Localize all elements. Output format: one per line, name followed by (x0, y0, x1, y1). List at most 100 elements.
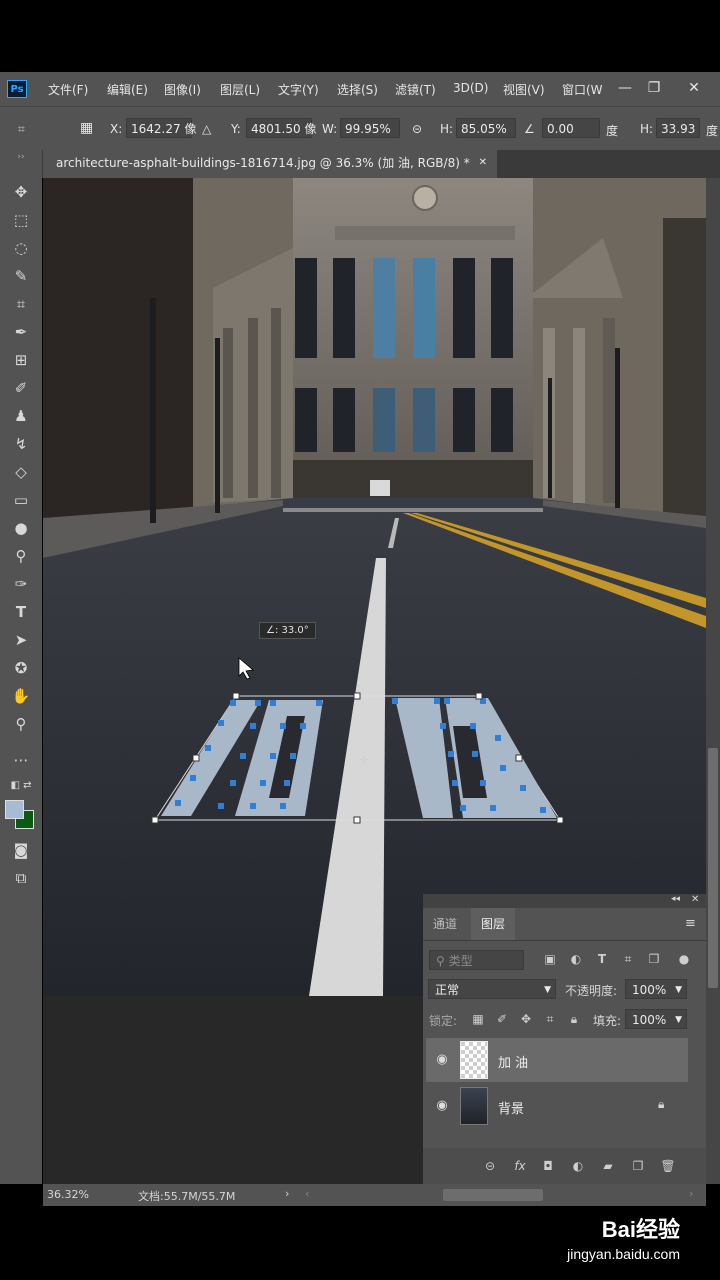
collapse-toolbar-icon[interactable]: ›› (9, 152, 33, 162)
dodge-tool-icon[interactable]: ⚲ (9, 544, 33, 568)
anchor-handle[interactable] (392, 698, 398, 704)
menu-view[interactable]: 视图(V) (503, 81, 545, 98)
scroll-left-icon[interactable]: ‹ (305, 1187, 309, 1200)
anchor-handle[interactable] (480, 780, 486, 786)
stamp-tool-icon[interactable]: ♟ (9, 404, 33, 428)
scroll-right-icon[interactable]: › (689, 1187, 693, 1200)
visibility-eye-icon[interactable]: ◉ (434, 1052, 450, 1068)
hand-tool-icon[interactable]: ✋ (9, 684, 33, 708)
type-tool-icon[interactable]: T (9, 600, 33, 624)
menu-edit[interactable]: 编辑(E) (107, 81, 148, 98)
lasso-tool-icon[interactable]: ◌ (9, 236, 33, 260)
anchor-handle[interactable] (255, 700, 261, 706)
filter-shape-icon[interactable]: ⌗ (619, 950, 637, 968)
quick-mask-icon[interactable]: ◙ (9, 838, 33, 862)
anchor-handle[interactable] (290, 753, 296, 759)
horizontal-scroll-thumb[interactable] (443, 1189, 543, 1201)
blend-mode-select[interactable]: 正常 ▼ (428, 979, 556, 999)
anchor-handle[interactable] (270, 753, 276, 759)
lock-all-icon[interactable]: 🔒︎ (565, 1010, 583, 1028)
anchor-handle[interactable] (250, 803, 256, 809)
anchor-handle[interactable] (205, 745, 211, 751)
link-icon[interactable]: ⊝ (412, 122, 422, 136)
gradient-tool-icon[interactable]: ▭ (9, 488, 33, 512)
restore-button[interactable]: ❐ (641, 76, 667, 100)
h-skew-field[interactable]: 33.93 (656, 118, 700, 138)
quick-select-tool-icon[interactable]: ✎ (9, 264, 33, 288)
layer-row-background[interactable]: ◉ 背景 🔒︎ (426, 1084, 688, 1128)
close-window-button[interactable]: ✕ (681, 76, 707, 100)
status-expand-icon[interactable]: › (285, 1187, 289, 1200)
anchor-handle[interactable] (448, 751, 454, 757)
zoom-tool-icon[interactable]: ⚲ (9, 712, 33, 736)
history-brush-icon[interactable]: ↯ (9, 432, 33, 456)
menu-file[interactable]: 文件(F) (48, 81, 88, 98)
anchor-handle[interactable] (175, 800, 181, 806)
anchor-handle[interactable] (230, 700, 236, 706)
add-mask-icon[interactable]: ◘ (539, 1157, 557, 1175)
opacity-field[interactable]: 100% ▼ (625, 979, 687, 999)
vertical-scrollbar[interactable] (706, 178, 720, 1184)
link-layers-icon[interactable]: ⊝ (481, 1157, 499, 1175)
filter-type-icon[interactable]: T (593, 950, 611, 968)
anchor-handle[interactable] (300, 723, 306, 729)
anchor-handle[interactable] (250, 723, 256, 729)
collapse-panel-icon[interactable]: ◂◂ (671, 894, 680, 904)
menu-filter[interactable]: 滤镜(T) (395, 81, 436, 98)
crop-tool-icon[interactable]: ⌗ (9, 292, 33, 316)
adjustment-layer-icon[interactable]: ◐ (569, 1157, 587, 1175)
path-select-tool-icon[interactable]: ➤ (9, 628, 33, 652)
anchor-handle[interactable] (495, 735, 501, 741)
panel-menu-icon[interactable]: ≡ (685, 916, 696, 931)
anchor-handle[interactable] (280, 803, 286, 809)
zoom-level[interactable]: 36.32% (47, 1188, 89, 1201)
menu-type[interactable]: 文字(Y) (278, 81, 319, 98)
eraser-tool-icon[interactable]: ◇ (9, 460, 33, 484)
tab-layers[interactable]: 图层 (471, 908, 516, 940)
anchor-handle[interactable] (470, 723, 476, 729)
anchor-handle[interactable] (520, 785, 526, 791)
width-field[interactable]: 99.95% (340, 118, 400, 138)
marquee-tool-icon[interactable]: ⬚ (9, 208, 33, 232)
angle-field[interactable]: 0.00 (542, 118, 600, 138)
fx-icon[interactable]: fx (511, 1157, 529, 1175)
anchor-handle[interactable] (452, 780, 458, 786)
trash-icon[interactable]: 🗑︎ (659, 1157, 677, 1175)
layer-filter-select[interactable]: ⚲ 类型 (429, 950, 524, 970)
anchor-handle[interactable] (316, 700, 322, 706)
anchor-handle[interactable] (490, 805, 496, 811)
anchor-handle[interactable] (260, 780, 266, 786)
close-tab-icon[interactable]: ✕ (479, 150, 487, 176)
anchor-handle[interactable] (270, 700, 276, 706)
more-tools-icon[interactable]: ⋯ (9, 748, 33, 772)
menu-image[interactable]: 图像(I) (164, 81, 201, 98)
pen-tool-icon[interactable]: ✑ (9, 572, 33, 596)
fill-field[interactable]: 100% ▼ (625, 1009, 687, 1029)
lock-position-icon[interactable]: ✥ (517, 1010, 535, 1028)
foreground-color-swatch[interactable] (5, 800, 24, 819)
group-folder-icon[interactable]: ▰ (599, 1157, 617, 1175)
filter-adjustment-icon[interactable]: ◐ (567, 950, 585, 968)
street-photo[interactable]: ✛ ∠: 33.0° (43, 178, 706, 996)
delta-icon[interactable]: △ (202, 122, 211, 136)
anchor-handle[interactable] (540, 807, 546, 813)
healing-tool-icon[interactable]: ⊞ (9, 348, 33, 372)
anchor-handle[interactable] (500, 765, 506, 771)
move-tool-icon[interactable]: ✥ (9, 180, 33, 204)
minimize-button[interactable]: — (612, 76, 638, 100)
filter-smart-object-icon[interactable]: ❐ (645, 950, 663, 968)
anchor-handle[interactable] (444, 698, 450, 704)
tab-channels[interactable]: 通道 (423, 908, 467, 940)
visibility-eye-icon[interactable]: ◉ (434, 1098, 450, 1114)
shape-tool-icon[interactable]: ✪ (9, 656, 33, 680)
filter-toggle-icon[interactable]: ● (675, 950, 693, 968)
anchor-handle[interactable] (190, 775, 196, 781)
blur-tool-icon[interactable]: ● (9, 516, 33, 540)
anchor-handle[interactable] (230, 780, 236, 786)
height-field[interactable]: 85.05% (456, 118, 516, 138)
close-panel-icon[interactable]: ✕ (691, 894, 699, 905)
brush-tool-icon[interactable]: ✐ (9, 376, 33, 400)
eyedropper-tool-icon[interactable]: ✒ (9, 320, 33, 344)
menu-3d[interactable]: 3D(D) (453, 81, 488, 95)
menu-layer[interactable]: 图层(L) (220, 81, 260, 98)
